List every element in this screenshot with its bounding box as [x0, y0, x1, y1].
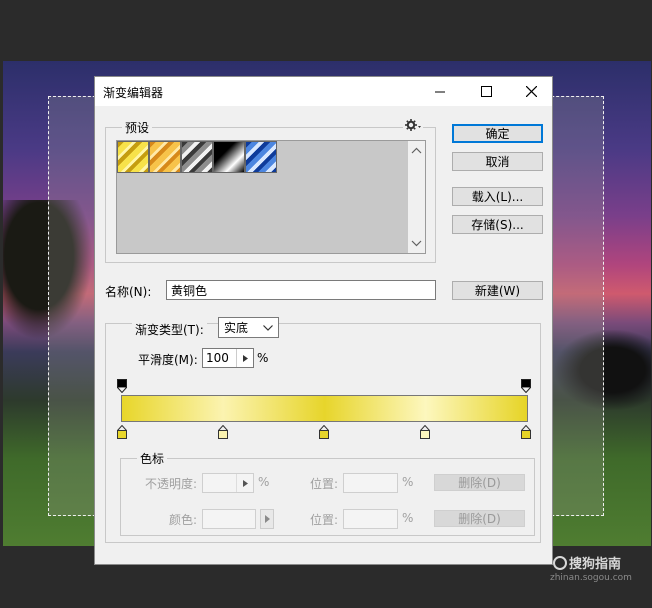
- minimize-button[interactable]: [417, 77, 463, 106]
- smoothness-input[interactable]: 100: [202, 348, 254, 368]
- opacity-position-label: 位置:: [310, 477, 339, 491]
- new-button[interactable]: 新建(W): [452, 281, 543, 300]
- color-stop-0[interactable]: [117, 425, 127, 439]
- opacity-stop-0[interactable]: [117, 379, 127, 393]
- color-label: 颜色:: [169, 513, 198, 527]
- presets-legend: 预设: [122, 119, 153, 136]
- maximize-icon: [480, 86, 492, 97]
- name-label: 名称(N):: [105, 285, 152, 299]
- smoothness-slider-button[interactable]: [236, 349, 253, 367]
- gradient-type-select[interactable]: 实底: [218, 317, 279, 338]
- color-stop-25[interactable]: [218, 425, 228, 439]
- smoothness-label: 平滑度(M):: [138, 353, 198, 367]
- gradient-type-value: 实底: [224, 321, 249, 335]
- opacity-position-unit: %: [402, 475, 414, 489]
- color-stop-legend: 色标: [137, 450, 168, 467]
- swatch-row: [117, 141, 409, 175]
- watermark-url: zhinan.sogou.com: [550, 573, 632, 583]
- color-position-label: 位置:: [310, 513, 339, 527]
- presets-menu-button[interactable]: [403, 119, 423, 134]
- presets-scrollbar[interactable]: [408, 141, 425, 253]
- color-position-unit: %: [402, 511, 414, 525]
- scroll-down-icon[interactable]: [408, 235, 425, 251]
- maximize-button[interactable]: [463, 77, 509, 106]
- opacity-label: 不透明度:: [145, 477, 198, 491]
- gradient-settings-group: 渐变类型(T): 实底 平滑度(M): 100 % 色标 不透明度: % 位置:…: [105, 317, 541, 543]
- smoothness-unit: %: [257, 351, 269, 365]
- close-icon: [525, 86, 537, 97]
- close-button[interactable]: [508, 77, 554, 106]
- ok-button[interactable]: 确定: [452, 124, 543, 143]
- presets-group: 预设: [105, 119, 436, 263]
- sogou-logo-icon: [553, 556, 567, 570]
- caret-right-icon: [242, 479, 248, 487]
- delete-opacity-stop-button[interactable]: 删除(D): [434, 474, 525, 491]
- watermark-label: 搜狗指南: [569, 557, 622, 572]
- color-swatch-field[interactable]: [202, 509, 256, 529]
- cancel-button[interactable]: 取消: [452, 152, 543, 171]
- orange-gold-diagonal-gradient[interactable]: [149, 141, 181, 173]
- scroll-up-icon[interactable]: [408, 143, 425, 159]
- save-button[interactable]: 存储(S)...: [452, 215, 543, 234]
- gear-icon: [405, 119, 421, 131]
- gradient-type-label: 渐变类型(T):: [132, 321, 207, 338]
- dialog-title: 渐变编辑器: [103, 86, 164, 100]
- opacity-input[interactable]: [202, 473, 254, 493]
- name-input[interactable]: 黄铜色: [166, 280, 436, 300]
- smoothness-value: 100: [206, 351, 229, 365]
- color-position-input[interactable]: [343, 509, 398, 529]
- gold-diagonal-gradient[interactable]: [117, 141, 149, 173]
- color-stop-50[interactable]: [319, 425, 329, 439]
- color-stop-75[interactable]: [420, 425, 430, 439]
- title-bar[interactable]: 渐变编辑器: [95, 77, 552, 106]
- color-picker-button[interactable]: [260, 509, 274, 529]
- caret-right-icon: [242, 354, 248, 362]
- minimize-icon: [435, 91, 445, 92]
- presets-list[interactable]: [116, 140, 426, 254]
- watermark-text: 搜狗指南: [553, 553, 621, 572]
- black-white-gradient[interactable]: [213, 141, 245, 173]
- gradient-editor-dialog: 渐变编辑器 预设 确定 取消 载入(L)... 存储(S)... 名称(N): …: [94, 76, 553, 565]
- gradient-bar[interactable]: [121, 395, 528, 422]
- opacity-slider-button[interactable]: [236, 474, 253, 492]
- caret-right-icon: [264, 515, 270, 523]
- silver-diagonal-gradient[interactable]: [181, 141, 213, 173]
- color-stop-group: 色标 不透明度: % 位置: % 删除(D) 颜色: 位置: % 删除(D): [120, 450, 535, 536]
- opacity-position-input[interactable]: [343, 473, 398, 493]
- chevron-down-icon: [263, 325, 273, 331]
- opacity-stop-100[interactable]: [521, 379, 531, 393]
- blue-diagonal-gradient[interactable]: [245, 141, 277, 173]
- load-button[interactable]: 载入(L)...: [452, 187, 543, 206]
- opacity-unit: %: [258, 475, 270, 489]
- delete-color-stop-button[interactable]: 删除(D): [434, 510, 525, 527]
- color-stop-100[interactable]: [521, 425, 531, 439]
